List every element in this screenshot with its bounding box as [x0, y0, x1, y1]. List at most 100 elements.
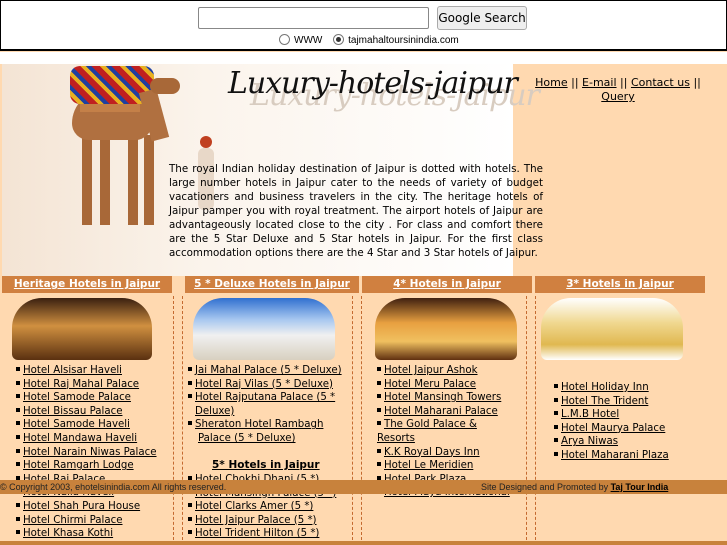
footer-bar: © Copyright 2003, ehotelsinindia.com All… [0, 480, 727, 494]
list-item: Palace (5 * Deluxe) [188, 432, 342, 446]
google-search-bar: Google Search WWW tajmahaltoursinindia.c… [0, 0, 727, 51]
hotel-link[interactable]: Hotel Mandawa Haveli [23, 433, 137, 444]
hotel-link[interactable]: K.K Royal Days Inn [384, 447, 480, 458]
site-radio[interactable] [333, 34, 345, 45]
hotel-link[interactable]: Hotel Maharani Plaza [561, 450, 669, 461]
camel-leg [128, 135, 138, 225]
list-item: Hotel Raj Vilas (5 * Deluxe) [188, 378, 342, 392]
hotel-link[interactable]: Hotel Samode Haveli [23, 419, 130, 430]
list-item: The Gold Palace & [377, 418, 510, 432]
heritage-heading[interactable]: Heritage Hotels in Jaipur [2, 276, 172, 293]
list-item: Hotel Shah Pura House [16, 500, 157, 514]
list-item: Hotel Mandawa Haveli [16, 432, 157, 446]
google-search-button[interactable]: Google Search [437, 6, 527, 30]
deluxe-heading[interactable]: 5 * Deluxe Hotels in Jaipur [185, 276, 359, 293]
list-item: Hotel Maharani Palace [377, 405, 510, 419]
hotel-link[interactable]: Hotel Ramgarh Lodge [23, 460, 134, 471]
column-divider [526, 296, 536, 545]
five-star-heading: 5* Hotels in Jaipur [212, 459, 320, 471]
hotel-link[interactable]: Hotel The Trident [561, 396, 648, 407]
column-divider [352, 296, 362, 545]
three-star-heading[interactable]: 3* Hotels in Jaipur [535, 276, 705, 293]
hotel-link[interactable]: Hotel Bissau Palace [23, 406, 122, 417]
list-item: Hotel Mansingh Towers [377, 391, 510, 405]
top-nav: Home || E-mail || Contact us || Query [515, 76, 721, 104]
hotel-link[interactable]: Hotel Rajputana Palace (5 * [195, 392, 335, 403]
hotel-link[interactable]: L.M.B Hotel [561, 409, 619, 420]
list-item: K.K Royal Days Inn [377, 446, 510, 460]
copyright-text: © Copyright 2003, ehotelsinindia.com All… [0, 482, 227, 492]
three-star-hotel-photo [541, 298, 683, 360]
hotel-link[interactable]: Arya Niwas [561, 436, 618, 447]
hotel-link[interactable]: Jai Mahal Palace (5 * Deluxe) [195, 365, 342, 376]
hotel-link[interactable]: Hotel Maharani Palace [384, 406, 498, 417]
list-item: Arya Niwas [554, 435, 669, 449]
search-input[interactable] [198, 7, 429, 29]
list-item: Hotel Meru Palace [377, 378, 510, 392]
list-item: Hotel Khasa Kothi [16, 527, 157, 541]
camel-leg [100, 135, 110, 225]
contact-link[interactable]: Contact us [631, 76, 690, 89]
camel-leg [82, 135, 92, 225]
hotel-link[interactable]: Hotel Narain Niwas Palace [23, 447, 157, 458]
hotel-link[interactable]: Hotel Le Meridien [384, 460, 473, 471]
query-link[interactable]: Query [601, 90, 634, 103]
list-item: Hotel Trident Hilton (5 *) [188, 527, 336, 541]
list-item: Hotel Maurya Palace [554, 422, 669, 436]
hotel-link[interactable]: Hotel Shah Pura House [23, 501, 140, 512]
list-item: Hotel The Trident [554, 395, 669, 409]
list-item: Hotel Rajputana Palace (5 * [188, 391, 342, 405]
hotel-link[interactable]: Hotel Samode Palace [23, 392, 131, 403]
hotel-link[interactable]: Hotel Jaipur Palace (5 *) [195, 515, 317, 526]
credit-text: Site Designed and Promoted by Taj Tour I… [481, 480, 668, 494]
email-link[interactable]: E-mail [582, 76, 617, 89]
www-label: WWW [294, 35, 323, 46]
list-item: Hotel Narain Niwas Palace [16, 446, 157, 460]
list-item: Sheraton Hotel Rambagh [188, 418, 342, 432]
list-item: Hotel Clarks Amer (5 *) [188, 500, 336, 514]
column-divider [173, 296, 183, 545]
camel-leg [144, 135, 154, 225]
list-item: L.M.B Hotel [554, 408, 669, 422]
four-star-heading-link[interactable]: 4* Hotels in Jaipur [393, 278, 501, 290]
hotel-link[interactable]: Hotel Khasa Kothi [23, 528, 113, 539]
heritage-hotel-list: Hotel Alsisar Haveli Hotel Raj Mahal Pal… [16, 364, 157, 541]
list-item: Resorts [377, 432, 510, 446]
top-spacer [0, 52, 727, 64]
hotel-link[interactable]: Hotel Holiday Inn [561, 382, 649, 393]
list-item: Hotel Raj Mahal Palace [16, 378, 157, 392]
camel-head [150, 78, 180, 94]
hotel-link[interactable]: Hotel Alsisar Haveli [23, 365, 122, 376]
taj-tour-india-link[interactable]: Taj Tour India [611, 482, 669, 492]
intro-paragraph: The royal Indian holiday destination of … [169, 163, 543, 259]
deluxe-hotel-list: Jai Mahal Palace (5 * Deluxe) Hotel Raj … [188, 364, 342, 446]
bottom-rule [0, 541, 727, 545]
hotel-link[interactable]: Hotel Raj Mahal Palace [23, 379, 139, 390]
hotel-link[interactable]: Resorts [377, 433, 415, 444]
three-star-heading-link[interactable]: 3* Hotels in Jaipur [566, 278, 674, 290]
deluxe-heading-link[interactable]: 5 * Deluxe Hotels in Jaipur [194, 278, 350, 290]
hotel-link[interactable]: Hotel Chirmi Palace [23, 515, 123, 526]
hotel-link[interactable]: Hotel Mansingh Towers [384, 392, 501, 403]
hotel-link[interactable]: Sheraton Hotel Rambagh [195, 419, 323, 430]
hotel-link[interactable]: Hotel Jaipur Ashok [384, 365, 478, 376]
list-item: Hotel Samode Palace [16, 391, 157, 405]
heritage-heading-link[interactable]: Heritage Hotels in Jaipur [14, 278, 160, 290]
hotel-link[interactable]: The Gold Palace & [384, 419, 477, 430]
three-star-hotel-list: Hotel Holiday Inn Hotel The Trident L.M.… [554, 381, 669, 463]
hotel-link[interactable]: Deluxe) [195, 406, 234, 417]
hotel-link[interactable]: Hotel Clarks Amer (5 *) [195, 501, 313, 512]
list-item: Hotel Ramgarh Lodge [16, 459, 157, 473]
hotel-link[interactable]: Hotel Raj Vilas (5 * Deluxe) [195, 379, 333, 390]
list-item: Hotel Jaipur Palace (5 *) [188, 514, 336, 528]
hotel-link[interactable]: Hotel Meru Palace [384, 379, 476, 390]
nav-separator: || [571, 76, 579, 89]
hotel-link[interactable]: Hotel Trident Hilton (5 *) [195, 528, 319, 539]
list-item: Jai Mahal Palace (5 * Deluxe) [188, 364, 342, 378]
home-link[interactable]: Home [535, 76, 567, 89]
hotel-link[interactable]: Palace (5 * Deluxe) [198, 433, 296, 444]
hotel-link[interactable]: Hotel Maurya Palace [561, 423, 665, 434]
four-star-heading[interactable]: 4* Hotels in Jaipur [362, 276, 532, 293]
four-star-hotel-photo [375, 298, 517, 360]
www-radio[interactable] [279, 34, 290, 45]
